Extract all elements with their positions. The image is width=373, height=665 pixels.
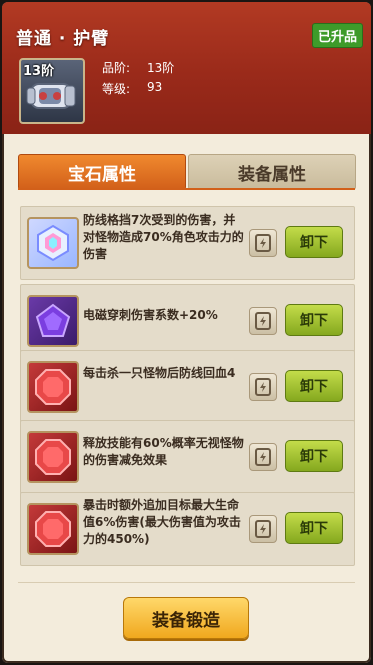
- gem-effect-text: 防线格挡7次受到的伤害，并对怪物造成70%角色攻击力的伤害: [83, 213, 244, 261]
- item-icon-frame[interactable]: 13阶: [19, 58, 85, 124]
- unload-button[interactable]: 卸下: [285, 226, 343, 258]
- unload-button[interactable]: 卸下: [285, 440, 343, 472]
- rainbow-gem-icon[interactable]: [27, 217, 79, 269]
- gem-row: 暴击时额外追加目标最大生命值6%伤害(最大伤害值为攻击力的450%) 卸下: [20, 492, 355, 566]
- swap-icon: [255, 378, 271, 396]
- armguard-icon: [26, 83, 76, 109]
- upgraded-badge: 已升品: [311, 23, 363, 48]
- swap-icon: [255, 448, 271, 466]
- equipment-detail-panel: 普通 · 护臂 已升品 13阶 品阶: 13阶 等级: 93 宝石属性 装备属性: [2, 2, 371, 663]
- stat-level-value: 93: [147, 80, 163, 94]
- tab-gem-attributes[interactable]: 宝石属性: [18, 154, 186, 190]
- gem-effect-text: 电磁穿刺伤害系数+20%: [83, 308, 218, 322]
- red-gem-icon[interactable]: [27, 361, 79, 413]
- red-gem-icon[interactable]: [27, 431, 79, 483]
- stat-grade-value: 13阶: [147, 61, 175, 75]
- swap-gem-button[interactable]: [249, 373, 277, 401]
- gem-row: 防线格挡7次受到的伤害，并对怪物造成70%角色攻击力的伤害 卸下: [20, 206, 355, 280]
- unload-button[interactable]: 卸下: [285, 370, 343, 402]
- item-title: 普通 · 护臂: [16, 29, 110, 49]
- gem-row: 释放技能有60%概率无视怪物的伤害减免效果 卸下: [20, 420, 355, 494]
- red-gem-icon[interactable]: [27, 503, 79, 555]
- swap-gem-button[interactable]: [249, 515, 277, 543]
- unload-button[interactable]: 卸下: [285, 304, 343, 336]
- gem-effect-text: 每击杀一只怪物后防线回血4: [83, 366, 236, 380]
- gem-effect-text: 暴击时额外追加目标最大生命值6%伤害(最大伤害值为攻击力的450%): [83, 498, 241, 546]
- stat-level-label: 等级:: [102, 82, 131, 96]
- gem-effect-text: 释放技能有60%概率无视怪物的伤害减免效果: [83, 436, 244, 467]
- purple-gem-icon[interactable]: [27, 295, 79, 347]
- unload-button[interactable]: 卸下: [285, 512, 343, 544]
- equipment-forge-button[interactable]: 装备锻造: [123, 597, 249, 639]
- gem-row: 电磁穿刺伤害系数+20% 卸下: [20, 284, 355, 358]
- swap-icon: [255, 234, 271, 252]
- swap-gem-button[interactable]: [249, 443, 277, 471]
- tab-underline: [18, 188, 355, 190]
- stat-grade: 品阶: 13阶: [102, 59, 174, 76]
- swap-icon: [255, 520, 271, 538]
- gem-row: 每击杀一只怪物后防线回血4 卸下: [20, 350, 355, 424]
- swap-gem-button[interactable]: [249, 307, 277, 335]
- tab-equipment-attributes[interactable]: 装备属性: [188, 154, 356, 190]
- footer-divider: [18, 582, 355, 583]
- swap-icon: [255, 312, 271, 330]
- stat-grade-label: 品阶:: [102, 61, 131, 75]
- swap-gem-button[interactable]: [249, 229, 277, 257]
- stat-level: 等级: 93: [102, 80, 162, 97]
- header: 普通 · 护臂 已升品 13阶 品阶: 13阶 等级: 93: [2, 2, 371, 134]
